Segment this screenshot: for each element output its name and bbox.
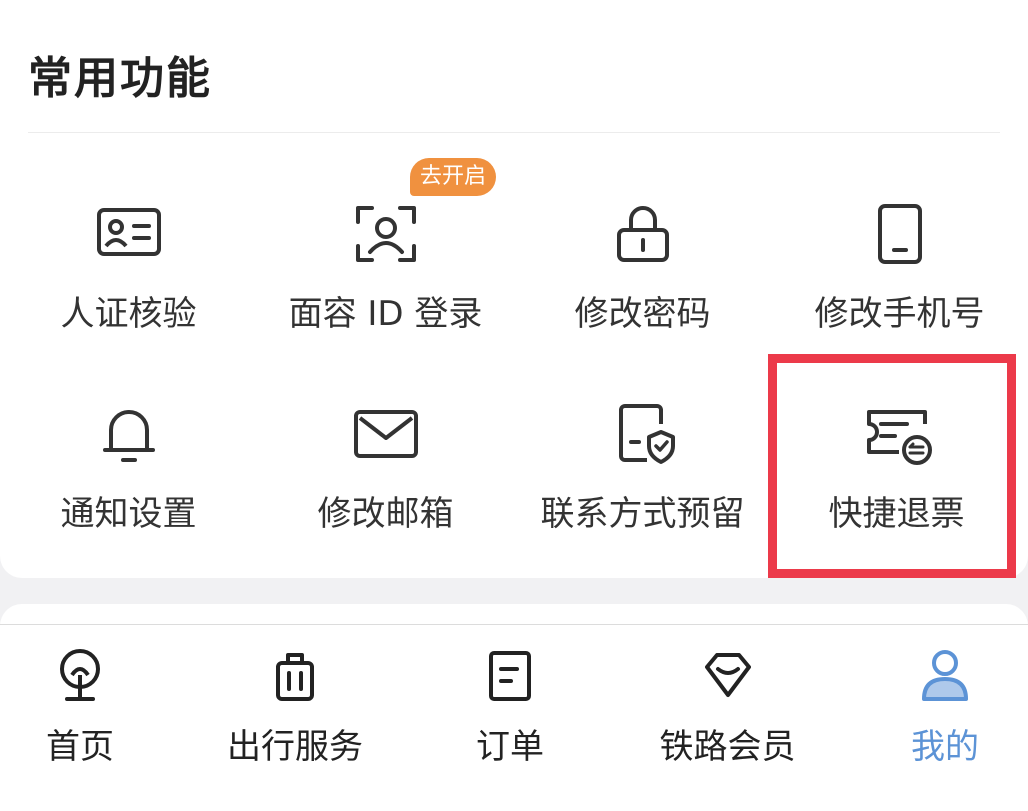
tab-label: 铁路会员 xyxy=(659,727,796,767)
feature-label: 修改手机号 xyxy=(814,294,985,334)
tab-me[interactable]: 我的 xyxy=(875,625,1015,811)
tab-railway-membership[interactable]: 铁路会员 xyxy=(635,625,820,811)
phone-icon xyxy=(877,204,922,264)
feature-label: 修改密码 xyxy=(574,294,711,334)
feature-label: 通知设置 xyxy=(60,494,197,534)
feature-label: 联系方式预留 xyxy=(540,494,745,534)
lock-icon xyxy=(616,206,669,262)
tab-label: 出行服务 xyxy=(227,727,363,767)
enable-badge[interactable]: 去开启 xyxy=(410,158,496,196)
order-doc-icon xyxy=(489,651,531,701)
tab-label: 首页 xyxy=(46,727,114,767)
feature-quick-refund[interactable]: 快捷退票 xyxy=(768,358,1025,538)
railway-logo-icon xyxy=(60,649,100,701)
feature-change-password[interactable]: 修改密码 xyxy=(514,158,771,338)
bottom-tab-bar: 首页 出行服务 订单 铁路会员 我的 xyxy=(0,624,1028,811)
contact-shield-icon xyxy=(618,404,675,464)
feature-change-email[interactable]: 修改邮箱 xyxy=(257,358,514,538)
next-card-edge xyxy=(0,604,1028,626)
diamond-icon xyxy=(704,653,751,697)
divider xyxy=(28,132,1000,133)
luggage-icon xyxy=(276,653,314,701)
common-functions-card: 常用功能 人证核验 面容 ID 登录 修改密码 修改手机号 通知设置 修改邮箱 … xyxy=(0,0,1028,578)
tab-home[interactable]: 首页 xyxy=(0,625,160,811)
feature-label: 快捷退票 xyxy=(828,494,965,534)
user-icon xyxy=(922,650,968,701)
bell-icon xyxy=(102,410,155,462)
feature-notification-settings[interactable]: 通知设置 xyxy=(0,358,257,538)
ticket-refund-icon xyxy=(866,410,932,465)
feature-contact-reserve[interactable]: 联系方式预留 xyxy=(514,358,771,538)
id-card-icon xyxy=(96,208,161,256)
face-id-icon xyxy=(355,206,416,262)
tab-orders[interactable]: 订单 xyxy=(440,625,580,811)
tab-label: 我的 xyxy=(911,727,979,767)
feature-id-verification[interactable]: 人证核验 xyxy=(0,158,257,338)
section-title: 常用功能 xyxy=(28,53,212,104)
feature-change-phone[interactable]: 修改手机号 xyxy=(771,158,1028,338)
mail-icon xyxy=(353,410,418,458)
feature-label: 面容 ID 登录 xyxy=(288,294,483,334)
feature-label: 人证核验 xyxy=(60,294,197,334)
tab-travel-services[interactable]: 出行服务 xyxy=(200,625,390,811)
feature-label: 修改邮箱 xyxy=(317,494,454,534)
tab-label: 订单 xyxy=(476,727,544,767)
